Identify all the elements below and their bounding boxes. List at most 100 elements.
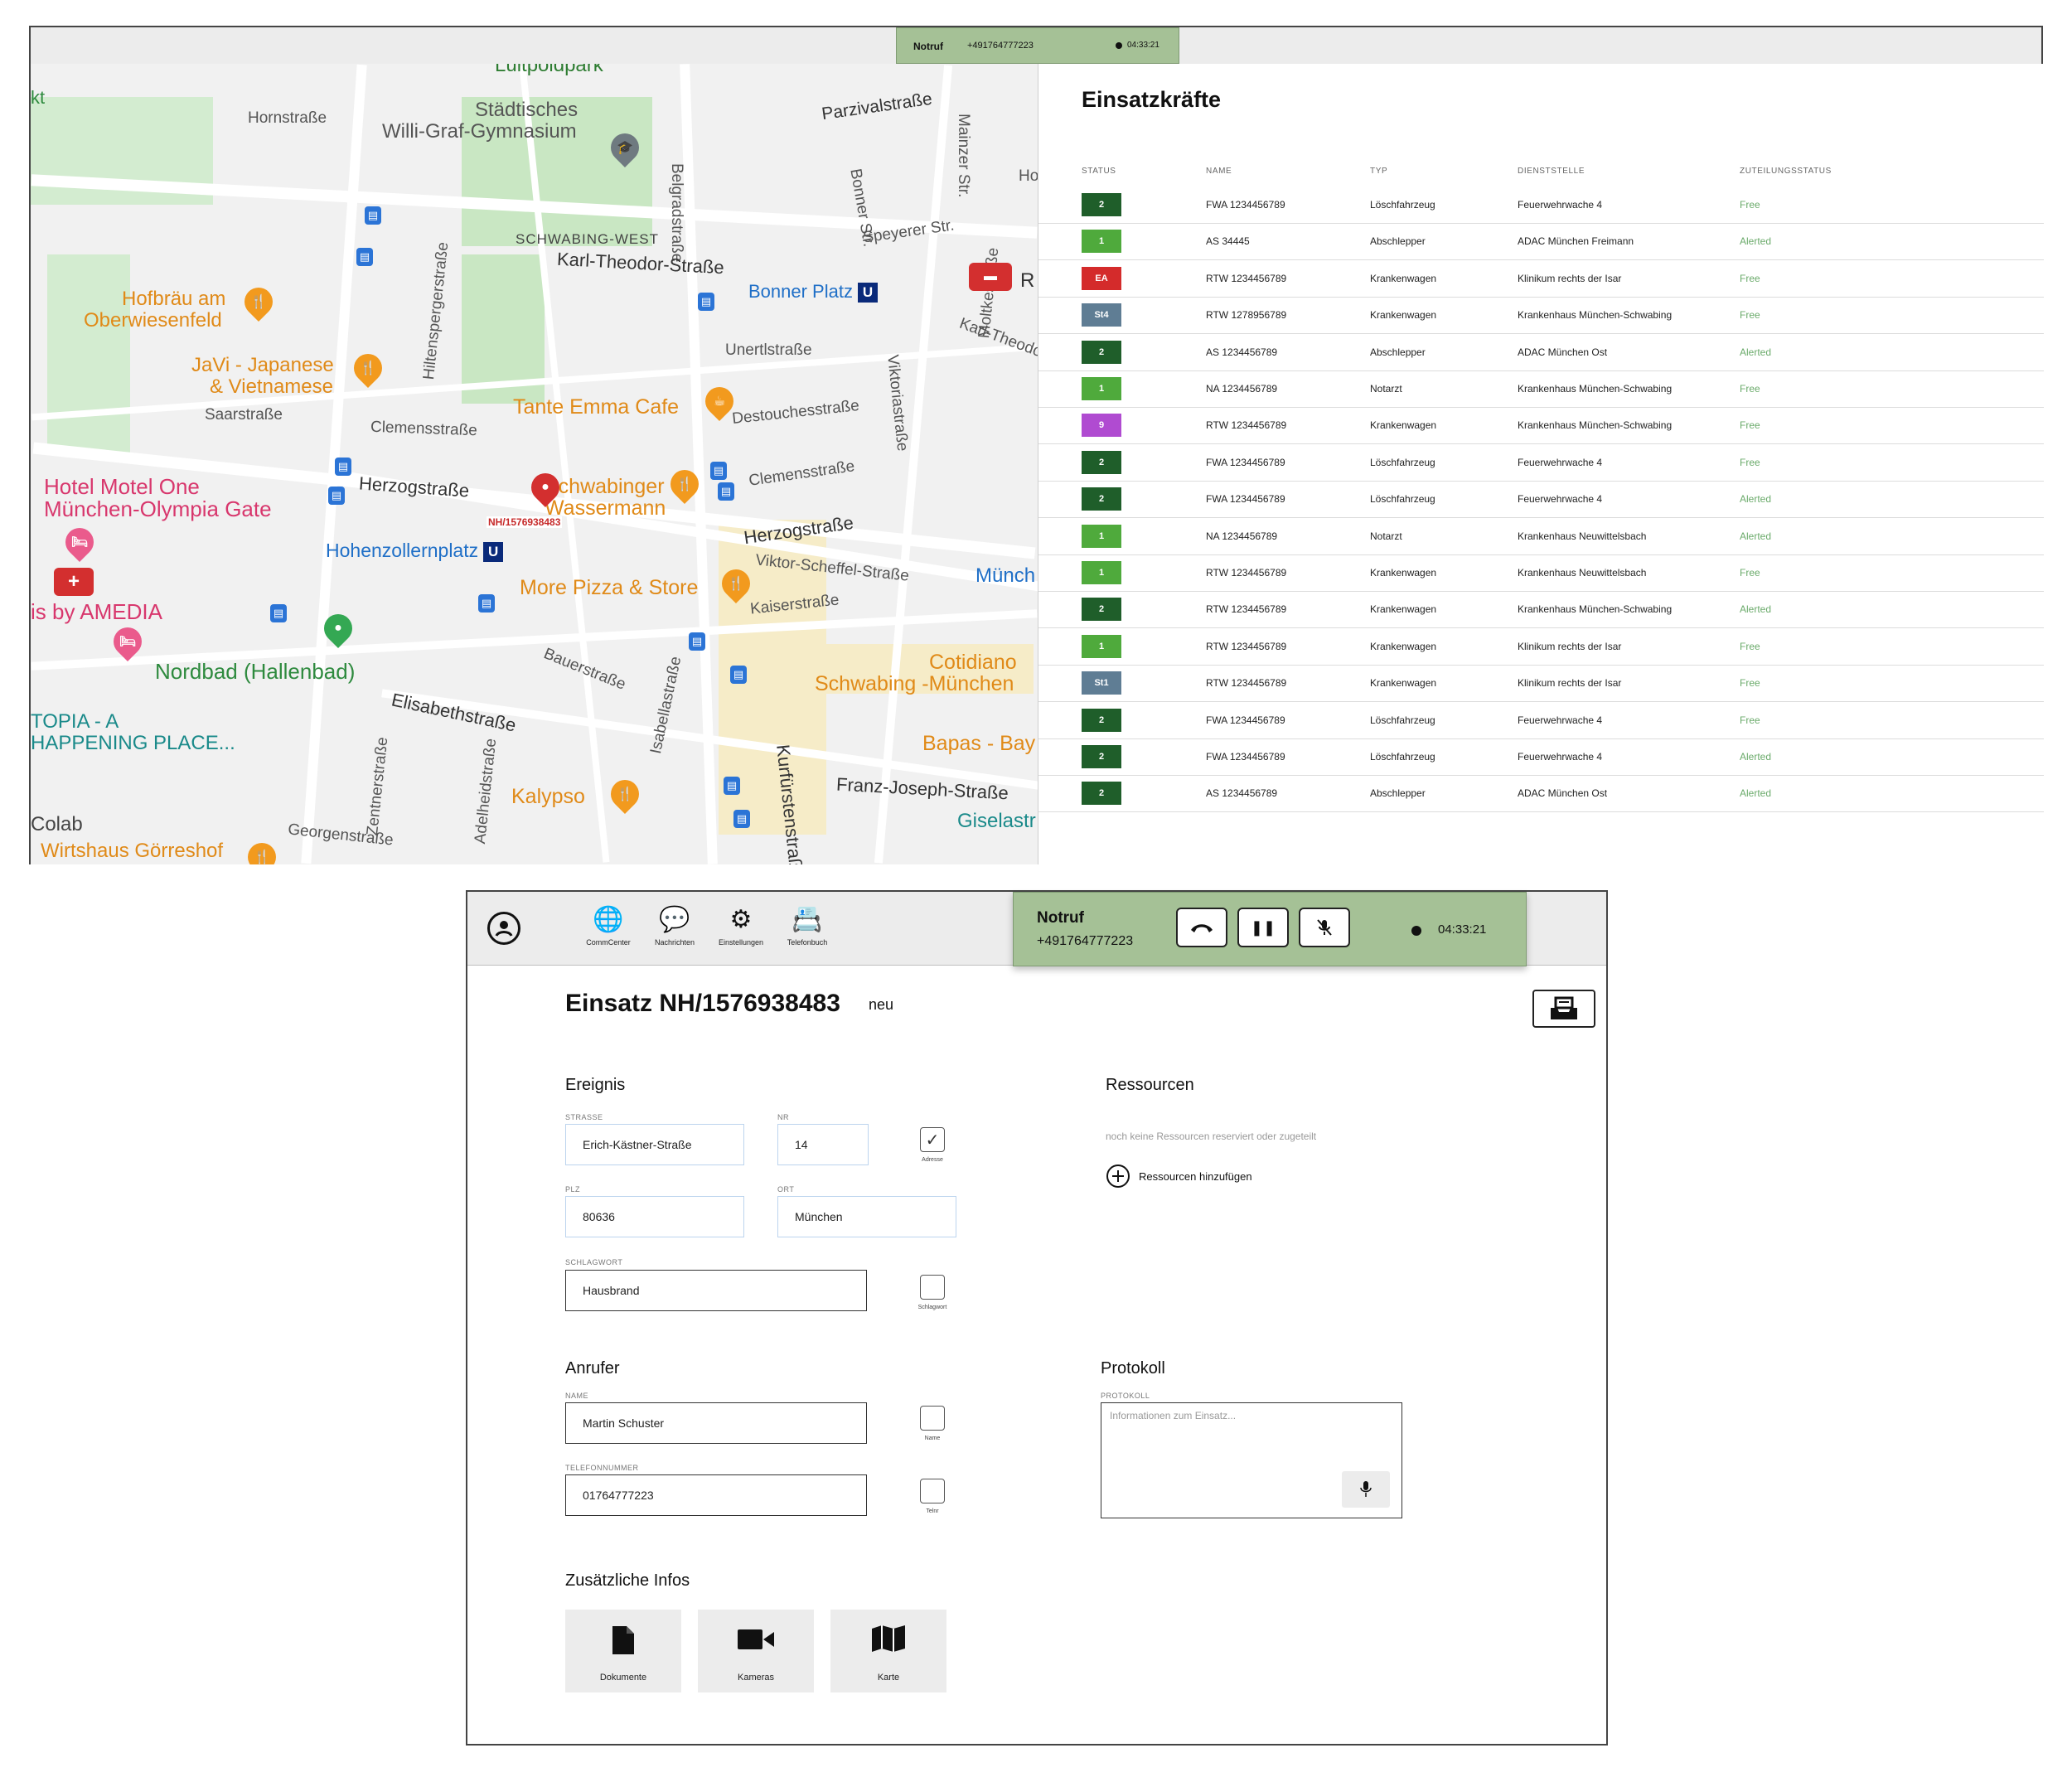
bus-stop-icon[interactable]: ▤ [710,462,727,480]
phone-checkbox[interactable] [920,1479,945,1503]
cell-name: RTW 1234456789 [1206,419,1287,432]
table-row[interactable]: 1 NA 1234456789 Notarzt Krankenhaus München… [1038,370,2044,408]
map-poi-bonner-platz[interactable]: Bonner Platz U [748,281,878,303]
bus-stop-icon[interactable]: ▤ [724,777,740,795]
column-header-dienststelle[interactable]: DIENSTSTELLE [1518,167,1585,176]
tile-label: Dokumente [599,1673,647,1683]
nav-einstellungen[interactable]: ⚙ Einstellungen [708,905,774,947]
user-avatar-icon[interactable] [487,912,520,945]
map-label: Hofbräu am [122,288,226,310]
chat-icon: 💬 [659,906,690,933]
map-label: More Pizza & Store [520,576,699,599]
table-row[interactable]: 1 RTW 1234456789 Krankenwagen Klinikum rech… [1038,628,2044,666]
bus-stop-icon[interactable]: ▤ [328,487,345,505]
add-resources-button[interactable]: Ressourcen hinzufügen [1106,1164,1252,1189]
ambulance-unit-icon[interactable]: + [54,568,94,596]
street-field[interactable]: Erich-Kästner-Straße [565,1124,744,1165]
bus-stop-icon[interactable]: ▤ [689,632,705,651]
bus-stop-icon[interactable]: ▤ [356,248,373,266]
active-call-indicator[interactable]: Notruf +491764777223 04:33:21 [896,27,1179,64]
keyword-field[interactable]: Hausbrand [565,1270,867,1311]
restaurant-pin-icon[interactable]: 🍴 [347,347,389,389]
nav-commcenter[interactable]: 🌐 CommCenter [575,905,641,947]
school-pin-icon[interactable]: 🎓 [604,127,646,168]
units-panel: Einsatzkräfte STATUS NAME TYP DIENSTSTEL… [1038,64,2044,864]
field-label: STRASSE [565,1113,603,1121]
bus-stop-icon[interactable]: ▤ [718,482,734,501]
bus-stop-icon[interactable]: ▤ [365,206,381,225]
hotel-pin-icon[interactable]: 🛏 [107,621,148,662]
hangup-button[interactable] [1176,908,1227,947]
table-row[interactable]: 2 RTW 1234456789 Krankenwagen Krankenhaus M… [1038,591,2044,629]
table-row[interactable]: 1 NA 1234456789 Notarzt Krankenhaus Neuwitt… [1038,518,2044,555]
cameras-tile[interactable]: Kameras [698,1610,814,1692]
column-header-typ[interactable]: TYP [1370,167,1387,176]
table-row[interactable]: 1 RTW 1234456789 Krankenwagen Krankenhaus N… [1038,554,2044,592]
nav-nachrichten[interactable]: 💬 Nachrichten [641,905,708,947]
map-label: SCHWABING-WEST [516,231,659,247]
table-row[interactable]: EA RTW 1234456789 Krankenwagen Klinikum rec… [1038,260,2044,298]
cafe-pin-icon[interactable]: ☕ [699,380,740,422]
status-badge: 2 [1082,487,1121,511]
bus-stop-icon[interactable]: ▤ [270,604,287,622]
table-row[interactable]: St1 RTW 1234456789 Krankenwagen Klinikum re… [1038,665,2044,703]
restaurant-pin-icon[interactable]: 🍴 [715,563,757,604]
table-row[interactable]: 1 AS 34445 Abschlepper ADAC München Freiman… [1038,223,2044,261]
caller-name-field[interactable]: Martin Schuster [565,1402,867,1444]
field-label: PROTOKOLL [1101,1392,1150,1400]
bus-stop-icon[interactable]: ▤ [733,810,750,828]
restaurant-pin-icon[interactable]: 🍴 [664,463,705,505]
bus-stop-icon[interactable]: ▤ [698,293,714,311]
pool-pin-icon[interactable]: ● [317,608,359,649]
table-row[interactable]: 2 AS 1234456789 Abschlepper ADAC München Os… [1038,334,2044,371]
status-badge: 9 [1082,414,1121,438]
table-row[interactable]: 2 FWA 1234456789 Löschfahrzeug Feuerwehrwac… [1038,481,2044,519]
map-tile[interactable]: Karte [830,1610,946,1692]
zip-field[interactable]: 80636 [565,1196,744,1237]
table-row[interactable]: 2 AS 1234456789 Abschlepper ADAC München Os… [1038,775,2044,813]
archive-button[interactable] [1532,990,1595,1028]
call-phone: +491764777223 [1037,934,1134,948]
keyword-checkbox[interactable] [920,1275,945,1300]
table-row[interactable]: 2 FWA 1234456789 Löschfahrzeug Feuerwehrwac… [1038,186,2044,224]
house-number-field[interactable]: 14 [777,1124,869,1165]
hold-button[interactable]: ❚❚ [1237,908,1289,947]
table-row[interactable]: St4 RTW 1278956789 Krankenwagen Krankenhaus… [1038,297,2044,335]
field-label: NR [777,1113,789,1121]
protocol-textarea[interactable]: Informationen zum Einsatz... [1101,1402,1402,1518]
field-label: ORT [777,1185,795,1194]
map-poi-hohenzollernplatz[interactable]: Hohenzollernplatz U [326,540,504,562]
table-row[interactable]: 9 RTW 1234456789 Krankenwagen Krankenhaus M… [1038,407,2044,445]
fire-truck-unit-icon[interactable]: ▬ [969,263,1012,291]
incident-pin-icon[interactable]: ● [525,467,566,508]
table-row[interactable]: 2 FWA 1234456789 Löschfahrzeug Feuerwehrwac… [1038,702,2044,739]
restaurant-pin-icon[interactable]: 🍴 [241,836,283,864]
table-row[interactable]: 2 FWA 1234456789 Löschfahrzeug Feuerwehrwac… [1038,738,2044,776]
cell-name: RTW 1234456789 [1206,640,1287,652]
caller-phone-field[interactable]: 01764777223 [565,1474,867,1516]
restaurant-pin-icon[interactable]: 🍴 [238,281,279,322]
incident-map[interactable]: Luitpoldpark Hornstraße Städtisches Will… [31,64,1038,864]
column-header-status[interactable]: STATUS [1082,167,1116,176]
map-label: Bapas - Bay [922,732,1036,755]
name-checkbox[interactable] [920,1406,945,1431]
restaurant-pin-icon[interactable]: 🍴 [604,773,646,815]
cell-name: FWA 1234456789 [1206,493,1285,506]
documents-tile[interactable]: Dokumente [565,1610,681,1692]
cell-typ: Notarzt [1370,383,1402,395]
bus-stop-icon[interactable]: ▤ [730,666,747,684]
nav-telefonbuch[interactable]: 📇 Telefonbuch [774,905,840,947]
cell-dienststelle: Feuerwehrwache 4 [1518,456,1603,468]
column-header-zuteilungsstatus[interactable]: ZUTEILUNGSSTATUS [1740,167,1832,176]
city-field[interactable]: München [777,1196,956,1237]
bus-stop-icon[interactable]: ▤ [478,594,495,613]
dictate-button[interactable] [1342,1471,1390,1508]
column-header-name[interactable]: NAME [1206,167,1232,176]
cell-zuteilung: Alerted [1740,530,1772,542]
mute-button[interactable] [1299,908,1350,947]
checkbox-label: Schlagwort [917,1305,947,1310]
bus-stop-icon[interactable]: ▤ [335,458,351,476]
table-row[interactable]: 2 FWA 1234456789 Löschfahrzeug Feuerwehrwac… [1038,444,2044,482]
hotel-pin-icon[interactable]: 🛏 [59,521,100,563]
address-checkbox[interactable]: ✓ [920,1127,945,1152]
